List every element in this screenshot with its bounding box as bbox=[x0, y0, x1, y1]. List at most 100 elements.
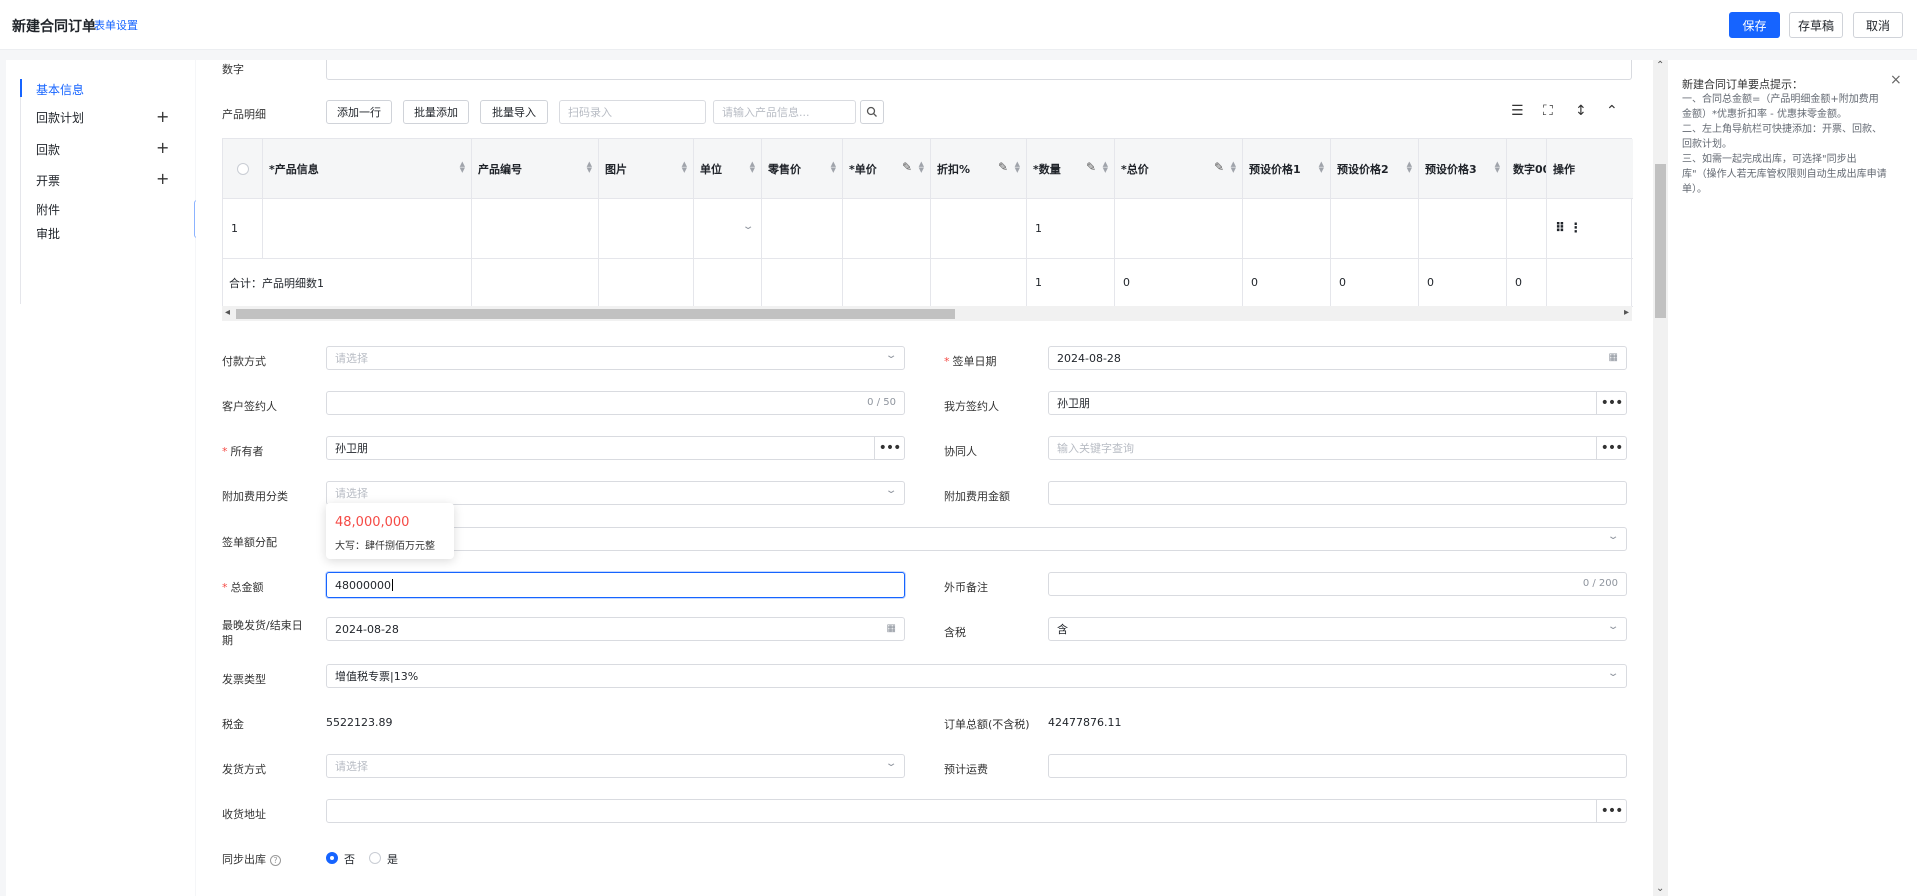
more-horizontal-icon[interactable]: ••• bbox=[1596, 800, 1626, 822]
tax-included-select[interactable]: 含 ⌄ bbox=[1048, 617, 1627, 641]
number-input[interactable] bbox=[326, 60, 1632, 80]
more-vertical-icon[interactable]: ⋮ bbox=[1569, 221, 1582, 236]
drag-handle-icon[interactable]: ⠿ bbox=[1555, 221, 1565, 236]
preset-price-1-cell[interactable] bbox=[1243, 199, 1331, 259]
preset-price-2-cell[interactable] bbox=[1331, 199, 1419, 259]
number-label: 数字 bbox=[222, 63, 244, 76]
sign-amount-alloc-label: 签单额分配 bbox=[222, 536, 277, 549]
form-settings-link[interactable]: 表单设置 bbox=[94, 17, 138, 33]
scroll-down-icon[interactable]: ⌄ bbox=[1656, 883, 1664, 894]
foreign-note-input[interactable]: 0 / 200 bbox=[1048, 572, 1627, 596]
scroll-left-icon[interactable]: ◂ bbox=[225, 307, 230, 318]
sync-yes-radio[interactable] bbox=[369, 852, 381, 864]
product-code-cell[interactable] bbox=[472, 199, 599, 259]
number-cell[interactable] bbox=[1507, 199, 1547, 259]
fullscreen-icon[interactable]: ⛶ bbox=[1543, 103, 1553, 119]
close-icon[interactable]: × bbox=[1890, 72, 1902, 88]
scroll-right-icon[interactable]: ▸ bbox=[1624, 307, 1629, 318]
scrollbar-thumb[interactable] bbox=[1655, 164, 1666, 318]
row-actions: ⠿ ⋮ bbox=[1547, 199, 1633, 259]
column-header[interactable]: 预设价格1 ▲ ▼ bbox=[1243, 139, 1331, 199]
more-horizontal-icon[interactable]: ••• bbox=[1596, 437, 1626, 459]
extra-fee-category-select[interactable]: 请选择 ⌄ bbox=[326, 481, 905, 505]
nav-item-basic-info[interactable]: 基本信息 bbox=[36, 81, 84, 98]
payment-method-select[interactable]: 请选择 ⌄ bbox=[326, 346, 905, 370]
sign-date-picker[interactable]: 2024-08-28 ▦ bbox=[1048, 346, 1627, 370]
product-info-cell[interactable] bbox=[263, 199, 472, 259]
scan-input[interactable]: 扫码录入 bbox=[559, 100, 706, 124]
page-vertical-scrollbar[interactable]: ⌃ ⌄ bbox=[1653, 60, 1668, 896]
our-signer-input[interactable]: 孙卫朋 ••• bbox=[1048, 391, 1627, 415]
ship-address-input[interactable]: ••• bbox=[326, 799, 1627, 823]
column-header[interactable]: *单价 ✎ ▲ ▼ bbox=[843, 139, 931, 199]
edit-icon[interactable]: ✎ bbox=[902, 160, 912, 174]
owner-value: 孙卫朋 bbox=[335, 442, 368, 455]
estimated-freight-input[interactable] bbox=[1048, 754, 1627, 778]
column-header[interactable]: 图片 ▲ ▼ bbox=[599, 139, 694, 199]
column-header[interactable]: 预设价格2 ▲ ▼ bbox=[1331, 139, 1419, 199]
edit-icon[interactable]: ✎ bbox=[998, 160, 1008, 174]
column-header[interactable]: *数量 ✎ ▲ ▼ bbox=[1027, 139, 1115, 199]
product-search-button[interactable] bbox=[860, 100, 884, 124]
tooltip-amount: 48,000,000 bbox=[335, 515, 410, 530]
nav-item-payment-plan[interactable]: 回款计划 bbox=[36, 109, 84, 126]
unit-price-cell[interactable] bbox=[843, 199, 931, 259]
nav-item-payment[interactable]: 回款 bbox=[36, 141, 60, 158]
retail-price-cell[interactable] bbox=[762, 199, 843, 259]
total-price-cell[interactable] bbox=[1115, 199, 1243, 259]
expand-vertical-icon[interactable]: ↕ bbox=[1575, 103, 1587, 119]
help-icon[interactable]: ? bbox=[270, 855, 281, 866]
scroll-up-icon[interactable]: ⌃ bbox=[1656, 60, 1664, 71]
owner-input[interactable]: 孙卫朋 ••• bbox=[326, 436, 905, 460]
more-horizontal-icon[interactable]: ••• bbox=[1596, 392, 1626, 414]
sign-date-value: 2024-08-28 bbox=[1057, 351, 1121, 365]
row-index: 1 bbox=[223, 199, 263, 259]
unit-cell[interactable]: ⌄ bbox=[694, 199, 762, 259]
column-header[interactable]: 产品编号 ▲ ▼ bbox=[472, 139, 599, 199]
column-header[interactable]: 单位 ▲ ▼ bbox=[694, 139, 762, 199]
product-search-input[interactable]: 请输入产品信息... bbox=[713, 100, 856, 124]
preset-price-3-cell[interactable] bbox=[1419, 199, 1507, 259]
nav-item-invoice[interactable]: 开票 bbox=[36, 172, 60, 189]
discount-cell[interactable] bbox=[931, 199, 1027, 259]
ship-method-select[interactable]: 请选择 ⌄ bbox=[326, 754, 905, 778]
ship-address-label: 收货地址 bbox=[222, 808, 266, 821]
column-header[interactable]: *总价 ✎ ▲ ▼ bbox=[1115, 139, 1243, 199]
nav-item-attachment[interactable]: 附件 bbox=[36, 201, 60, 218]
column-header[interactable]: 预设价格3 ▲ ▼ bbox=[1419, 139, 1507, 199]
collaborator-label: 协同人 bbox=[944, 445, 977, 458]
table-horizontal-scrollbar[interactable]: ◂ ▸ bbox=[222, 306, 1632, 321]
edit-icon[interactable]: ✎ bbox=[1214, 160, 1224, 174]
add-payment-plan-icon[interactable]: + bbox=[156, 109, 169, 125]
invoice-type-select[interactable]: 增值税专票|13% ⌄ bbox=[326, 664, 1627, 688]
extra-fee-amount-input[interactable] bbox=[1048, 481, 1627, 505]
customer-signer-input[interactable]: 0 / 50 bbox=[326, 391, 905, 415]
batch-import-button[interactable]: 批量导入 bbox=[480, 100, 548, 124]
quantity-cell[interactable]: 1 bbox=[1027, 199, 1115, 259]
last-ship-date-picker[interactable]: 2024-08-28 ▦ bbox=[326, 617, 905, 641]
collapse-section-icon[interactable]: ⌃ bbox=[1606, 103, 1618, 119]
image-cell[interactable] bbox=[599, 199, 694, 259]
more-horizontal-icon[interactable]: ••• bbox=[874, 437, 904, 459]
column-header[interactable]: 零售价 ▲ ▼ bbox=[762, 139, 843, 199]
cancel-button[interactable]: 取消 bbox=[1853, 12, 1903, 38]
sign-amount-alloc-select[interactable]: ⌄ bbox=[326, 527, 1627, 551]
add-invoice-icon[interactable]: + bbox=[156, 171, 169, 187]
row-height-icon[interactable]: ☰ bbox=[1511, 103, 1524, 119]
column-header[interactable]: *产品信息 ▲ ▼ bbox=[263, 139, 472, 199]
column-header[interactable]: 折扣% ✎ ▲ ▼ bbox=[931, 139, 1027, 199]
chevron-down-icon: ⌄ bbox=[884, 758, 898, 769]
total-amount-input[interactable]: 48000000 bbox=[326, 572, 905, 598]
collaborator-input[interactable]: 输入关键字查询 ••• bbox=[1048, 436, 1627, 460]
add-row-button[interactable]: 添加一行 bbox=[326, 100, 392, 124]
sync-no-radio[interactable] bbox=[326, 852, 338, 864]
add-payment-icon[interactable]: + bbox=[156, 140, 169, 156]
save-draft-button[interactable]: 存草稿 bbox=[1789, 12, 1843, 38]
select-all-checkbox[interactable] bbox=[236, 162, 249, 175]
nav-item-approval[interactable]: 审批 bbox=[36, 225, 60, 242]
column-header[interactable]: 数字00 bbox=[1507, 139, 1547, 199]
scrollbar-thumb[interactable] bbox=[236, 309, 955, 319]
save-button[interactable]: 保存 bbox=[1729, 12, 1780, 38]
batch-add-button[interactable]: 批量添加 bbox=[403, 100, 469, 124]
edit-icon[interactable]: ✎ bbox=[1086, 160, 1096, 174]
